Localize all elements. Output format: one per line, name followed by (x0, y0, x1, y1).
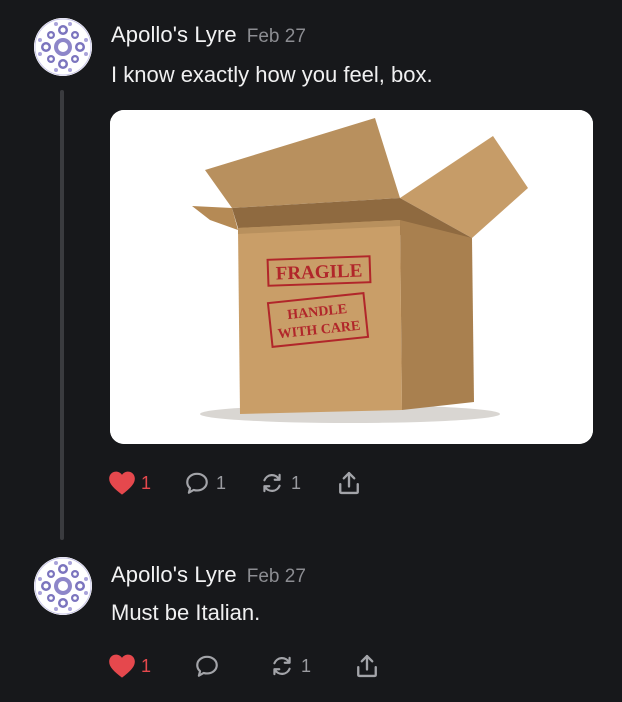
post-text: Must be Italian. (111, 600, 261, 625)
like-count: 1 (141, 655, 152, 676)
post-image[interactable]: FRAGILE HANDLE WITH CARE (110, 110, 593, 444)
like-button[interactable]: 1 (108, 468, 151, 498)
fragile-stamp: FRAGILE (275, 260, 362, 284)
restack-button[interactable]: 1 (268, 651, 311, 681)
avatar[interactable] (34, 557, 92, 615)
share-icon (339, 471, 359, 495)
like-button[interactable]: 1 (108, 651, 151, 681)
post-actions: 1 1 (108, 651, 381, 681)
share-icon (357, 654, 377, 678)
post-actions: 1 1 1 (108, 468, 363, 498)
restack-count: 1 (291, 472, 302, 493)
restack-icon (263, 473, 281, 493)
author-name[interactable]: Apollo's Lyre (111, 562, 237, 588)
comment-icon (196, 655, 218, 677)
avatar[interactable] (34, 18, 92, 76)
heart-icon (109, 471, 135, 495)
share-button[interactable] (353, 651, 381, 681)
post-date[interactable]: Feb 27 (247, 26, 306, 48)
avatar-pattern-icon (34, 18, 92, 76)
heart-icon (109, 654, 135, 678)
comment-icon (186, 472, 208, 494)
author-name[interactable]: Apollo's Lyre (111, 22, 237, 48)
share-button[interactable] (335, 468, 363, 498)
post-header: Apollo's Lyre Feb 27 (111, 22, 306, 48)
comment-button[interactable]: 1 (183, 468, 226, 498)
post-text: I know exactly how you feel, box. (111, 62, 433, 87)
like-count: 1 (141, 472, 152, 493)
comment-button[interactable] (193, 651, 226, 681)
restack-icon (273, 656, 291, 676)
post-header: Apollo's Lyre Feb 27 (111, 562, 306, 588)
avatar-pattern-icon (34, 557, 92, 615)
restack-button[interactable]: 1 (258, 468, 301, 498)
restack-count: 1 (301, 655, 312, 676)
post-date[interactable]: Feb 27 (247, 566, 306, 588)
thread-line (60, 90, 64, 540)
cardboard-box-image: FRAGILE HANDLE WITH CARE (110, 110, 593, 444)
comment-count: 1 (216, 472, 227, 493)
